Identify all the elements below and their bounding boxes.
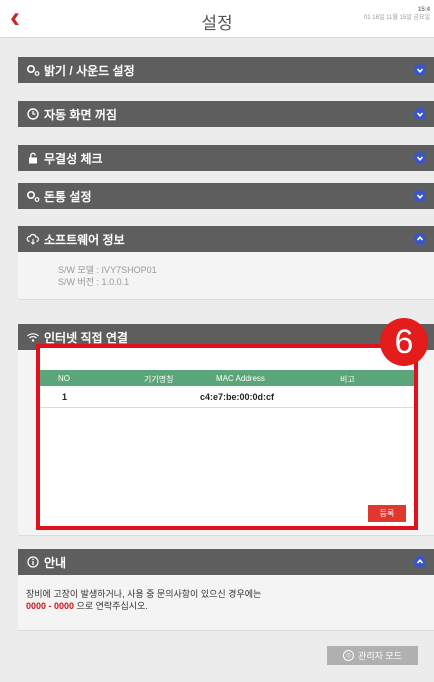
clock-icon: [26, 107, 40, 121]
info-icon: [26, 555, 40, 569]
notice-suffix: 으로 연락주십시오.: [74, 601, 148, 611]
lock-icon: [26, 151, 40, 165]
section-header-brightness[interactable]: 밝기 / 사운드 설정: [18, 57, 434, 83]
admin-mode-button[interactable]: ⦸ 관리자 모드: [327, 646, 418, 665]
section-label: 무결성 체크: [44, 151, 103, 166]
clock-date: 01 16일 11월 15일 금요일: [363, 15, 430, 21]
internet-highlight-box: NO 기기명칭 MAC Address 비고 1 c4:e7:be:00:0d:…: [36, 344, 418, 530]
section-label: 소프트웨어 정보: [44, 232, 125, 247]
col-device-name: 기기명칭: [144, 375, 174, 384]
clock-time: 15:4: [417, 7, 430, 13]
chevron-down-icon[interactable]: [414, 190, 426, 202]
section-money: 돈통 설정: [18, 183, 434, 209]
sw-version: S/W 버전 : 1.0.0.1: [58, 277, 130, 287]
notice-body: 장비에 고장이 발생하거나, 사용 중 문의사항이 있으신 경우에는 0000 …: [18, 575, 434, 631]
section-integrity: 무결성 체크: [18, 145, 434, 171]
top-bar: ‹ 설정 15:4 01 16일 11월 15일 금요일: [0, 0, 434, 38]
col-note: 비고: [340, 375, 355, 384]
mac-table-header: NO 기기명칭 MAC Address 비고: [40, 370, 414, 386]
admin-label: 관리자 모드: [358, 651, 402, 661]
wifi-icon: [26, 330, 40, 344]
contact-phone: 0000 - 0000: [26, 601, 75, 611]
section-header-notice[interactable]: 안내: [18, 549, 434, 575]
notice-line-1: 장비에 고장이 발생하거나, 사용 중 문의사항이 있으신 경우에는: [26, 589, 262, 599]
section-header-auto-off[interactable]: 자동 화면 꺼짐: [18, 101, 434, 127]
chevron-up-icon[interactable]: [414, 556, 426, 568]
chevron-down-icon[interactable]: [414, 64, 426, 76]
section-label: 밝기 / 사운드 설정: [44, 63, 135, 78]
gears-icon: [26, 63, 40, 77]
section-auto-off: 자동 화면 꺼짐: [18, 101, 434, 127]
chevron-up-icon[interactable]: [414, 233, 426, 245]
section-header-software[interactable]: 소프트웨어 정보: [18, 226, 434, 252]
admin-icon: ⦸: [343, 650, 355, 661]
chevron-down-icon[interactable]: [414, 152, 426, 164]
step-badge: 6: [380, 318, 428, 366]
section-notice: 안내 장비에 고장이 발생하거나, 사용 중 문의사항이 있으신 경우에는 00…: [18, 549, 434, 631]
notice-line-2: 0000 - 0000 으로 연락주십시오.: [26, 600, 434, 612]
row-no: 1: [62, 392, 68, 402]
sw-model: S/W 모델 : IVY7SHOP01: [58, 265, 157, 275]
section-label: 자동 화면 꺼짐: [44, 107, 117, 122]
cloud-download-icon: [26, 232, 40, 246]
col-mac: MAC Address: [216, 374, 265, 383]
section-brightness: 밝기 / 사운드 설정: [18, 57, 434, 83]
gears-icon: [26, 189, 40, 203]
section-software: 소프트웨어 정보 S/W 모델 : IVY7SHOP01 S/W 버전 : 1.…: [18, 226, 434, 300]
section-header-integrity[interactable]: 무결성 체크: [18, 145, 434, 171]
clock: 15:4 01 16일 11월 15일 금요일: [364, 6, 430, 22]
section-label: 안내: [44, 555, 67, 570]
section-header-money[interactable]: 돈통 설정: [18, 183, 434, 209]
register-button[interactable]: 등록: [368, 505, 406, 522]
chevron-down-icon[interactable]: [414, 108, 426, 120]
section-label: 인터넷 직접 연결: [44, 330, 128, 345]
software-info: S/W 모델 : IVY7SHOP01 S/W 버전 : 1.0.0.1: [18, 252, 434, 300]
section-label: 돈통 설정: [44, 189, 92, 204]
col-no: NO: [58, 374, 70, 383]
table-row[interactable]: 1 c4:e7:be:00:0d:cf: [40, 386, 414, 408]
row-mac: c4:e7:be:00:0d:cf: [200, 392, 275, 402]
